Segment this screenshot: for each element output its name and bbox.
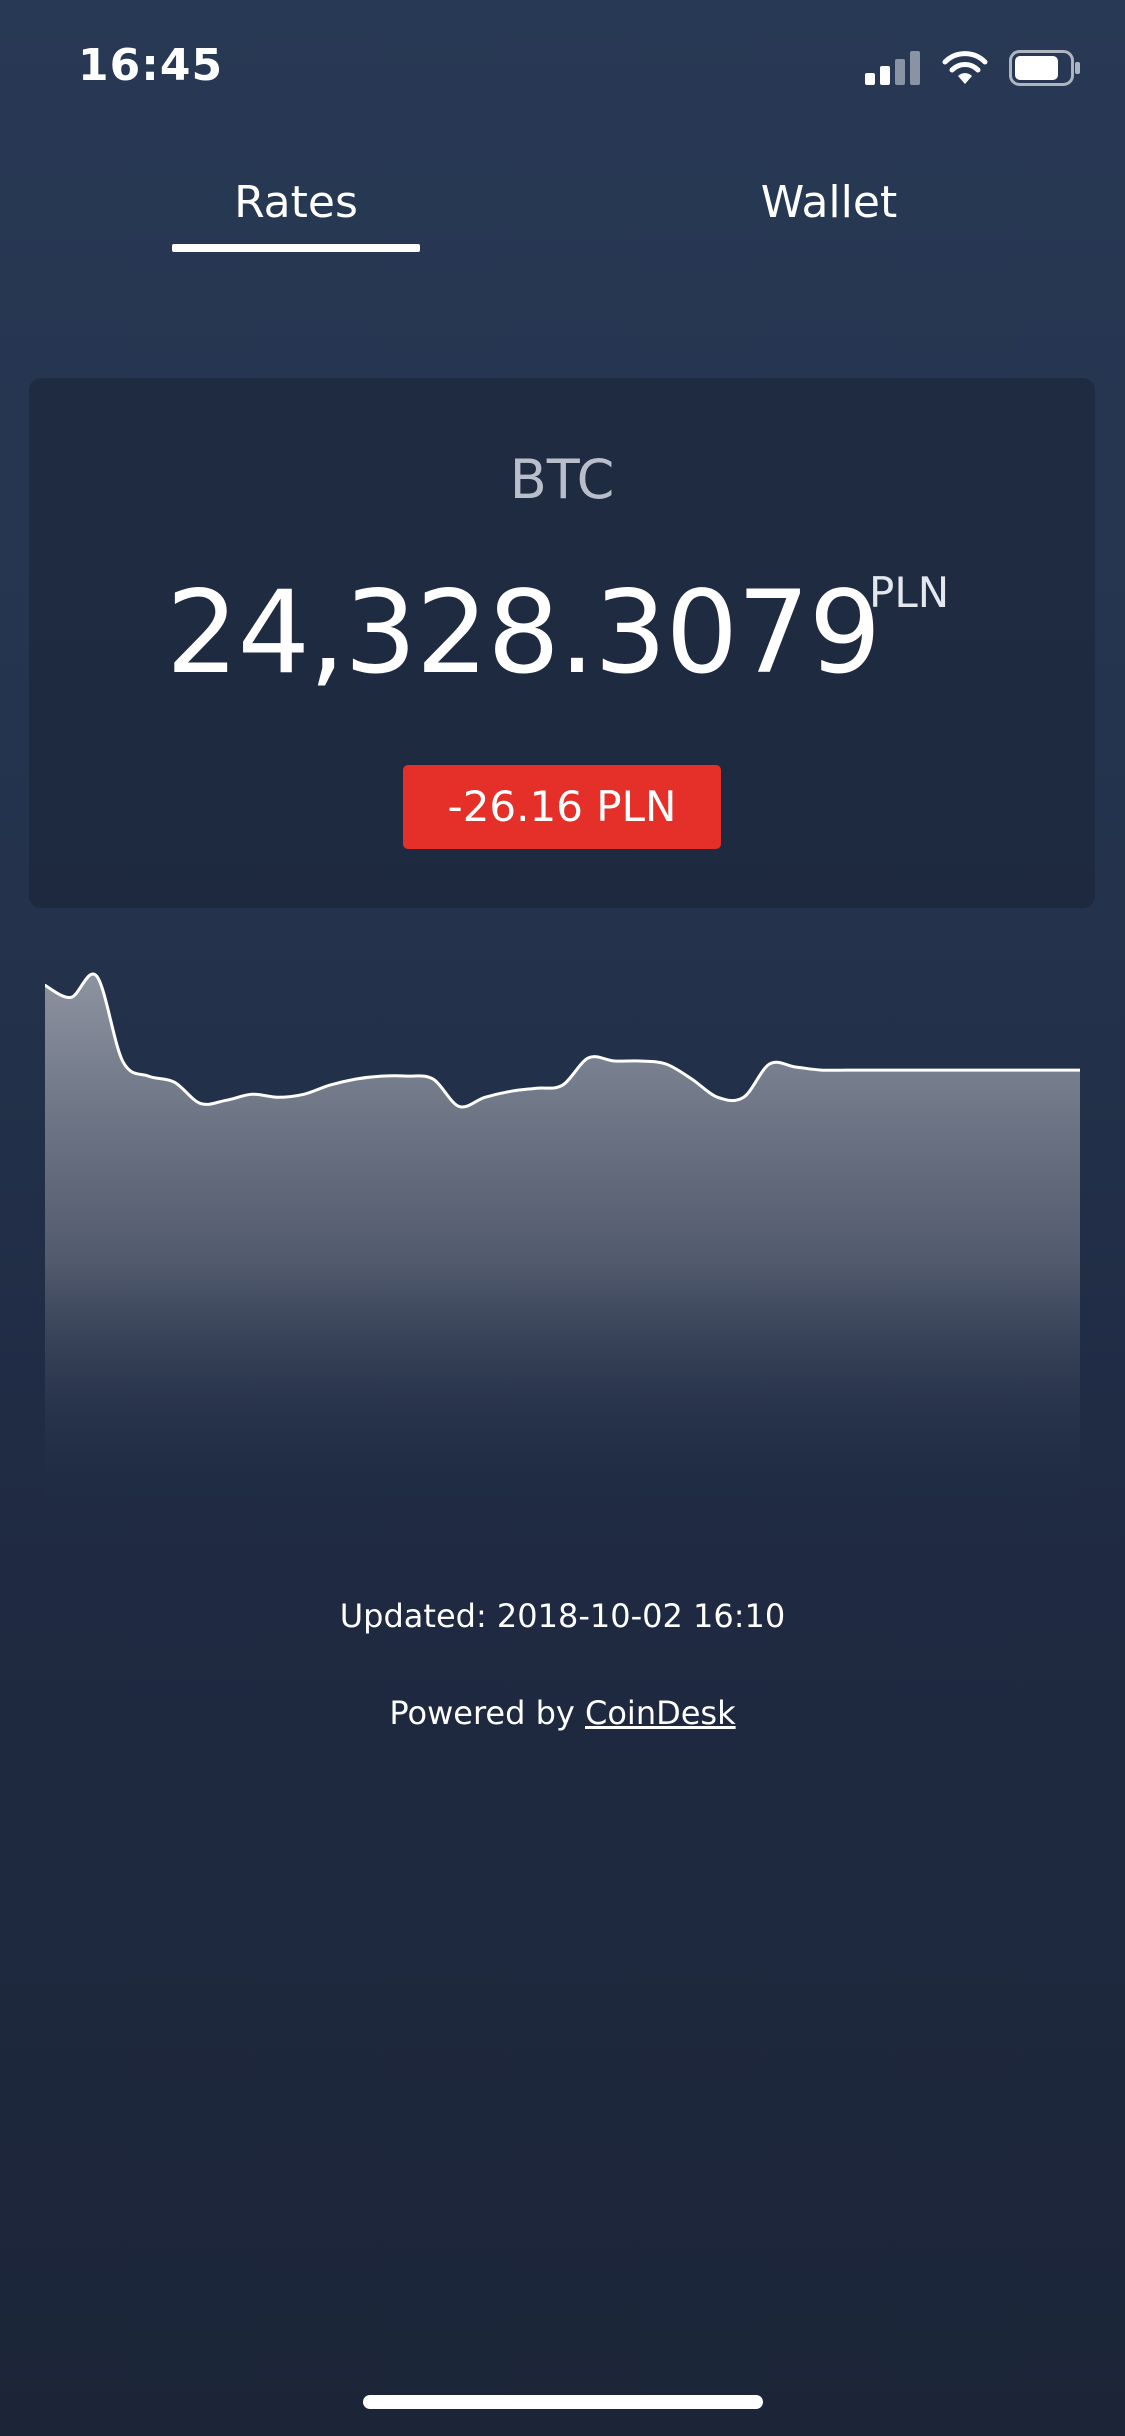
chart-point (742, 1095, 746, 1099)
chart-point (250, 1092, 254, 1096)
wifi-icon (941, 50, 989, 86)
chart-point (897, 1068, 901, 1072)
powered-by-label: Powered by (389, 1694, 585, 1732)
status-icons (865, 48, 1081, 88)
chart-point (147, 1074, 151, 1078)
chart-point (612, 1059, 616, 1063)
chart-point (431, 1077, 435, 1081)
status-time: 16:45 (78, 40, 224, 91)
chart-point (871, 1068, 875, 1072)
chart-point (121, 1059, 125, 1063)
chart-point (819, 1068, 823, 1072)
coindesk-link[interactable]: CoinDesk (585, 1694, 736, 1732)
chart-point (302, 1092, 306, 1096)
chart-point (716, 1095, 720, 1099)
chart-point (586, 1056, 590, 1060)
chart-point (354, 1077, 358, 1081)
chart-point (328, 1083, 332, 1087)
chart-point (845, 1068, 849, 1072)
rates-screen: 16:45 Rates Wallet BTC 24,328.3079 PLN -… (0, 0, 1125, 2436)
price-row: 24,328.3079 PLN (29, 568, 1095, 698)
powered-by: Powered by CoinDesk (0, 1694, 1125, 1732)
tab-rates-label: Rates (234, 177, 358, 228)
price-change-badge: -26.16 PLN (403, 765, 721, 849)
chart-point (1052, 1068, 1056, 1072)
chart-point (276, 1095, 280, 1099)
chart-point (198, 1101, 202, 1105)
chart-point (95, 974, 99, 978)
chart-point (172, 1080, 176, 1084)
tab-bar: Rates Wallet (0, 170, 1125, 260)
chart-point (457, 1104, 461, 1108)
chart-point (664, 1062, 668, 1066)
tab-wallet-label: Wallet (760, 177, 898, 228)
price-value: 24,328.3079 (166, 566, 881, 699)
chart-point (535, 1086, 539, 1090)
chart-point (793, 1065, 797, 1069)
chart-point (509, 1089, 513, 1093)
chart-point (949, 1068, 953, 1072)
signal-icon (865, 51, 921, 85)
tab-wallet[interactable]: Wallet (705, 170, 953, 252)
chart-point (975, 1068, 979, 1072)
chart-point (923, 1068, 927, 1072)
price-currency: PLN (869, 568, 950, 617)
chart-point (483, 1095, 487, 1099)
status-bar: 16:45 (0, 0, 1125, 130)
home-indicator[interactable] (363, 2395, 763, 2409)
chart-point (405, 1074, 409, 1078)
chart-point (1000, 1068, 1004, 1072)
rate-card: BTC 24,328.3079 PLN -26.16 PLN (29, 378, 1095, 908)
chart-point (69, 995, 73, 999)
updated-timestamp: Updated: 2018-10-02 16:10 (339, 1597, 786, 1635)
tab-rates[interactable]: Rates (172, 170, 420, 252)
active-tab-indicator (172, 244, 420, 252)
currency-code: BTC (509, 448, 615, 511)
battery-icon (1009, 50, 1081, 86)
chart-point (768, 1062, 772, 1066)
chart-point (638, 1059, 642, 1063)
chart-point (224, 1098, 228, 1102)
chart-point (690, 1077, 694, 1081)
chart-point (379, 1074, 383, 1078)
price-chart (45, 972, 1080, 1500)
chart-point (1026, 1068, 1030, 1072)
chart-area (45, 973, 1080, 1500)
chart-point (561, 1083, 565, 1087)
